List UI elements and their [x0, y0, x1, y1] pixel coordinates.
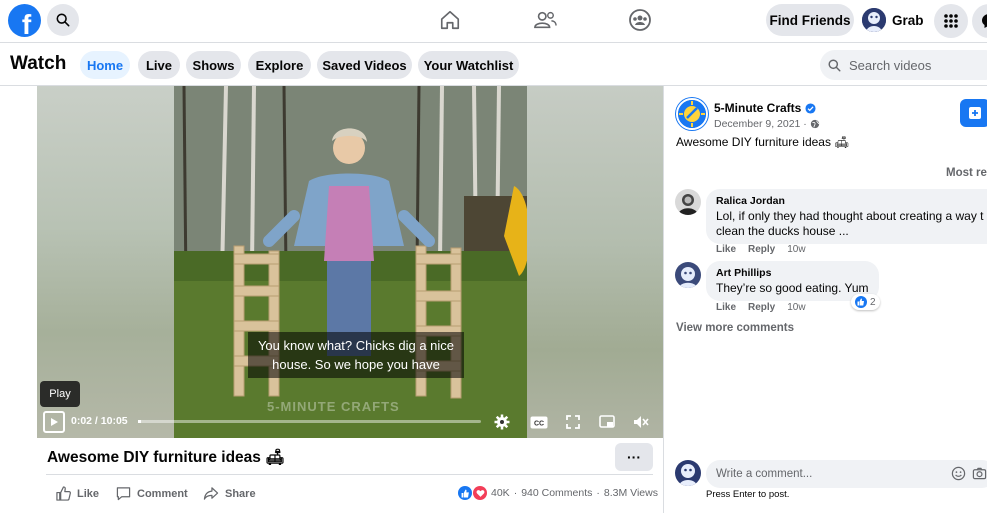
comment-reaction-count: 2	[870, 296, 876, 308]
view-more-comments-link[interactable]: View more comments	[676, 322, 794, 334]
add-bookmark-icon	[969, 107, 981, 119]
video-caption: You know what? Chicks dig a nice house. …	[248, 332, 464, 378]
stats-separator: ·	[596, 487, 600, 499]
like-button[interactable]: Like	[56, 486, 99, 501]
comment-sort-dropdown[interactable]: Most re	[946, 167, 987, 179]
tab-live[interactable]: Live	[138, 51, 180, 79]
play-tooltip: Play	[40, 381, 80, 407]
page-avatar[interactable]	[676, 98, 708, 130]
comment-like-button[interactable]: Like	[716, 302, 736, 313]
commenter-name[interactable]: Ralica Jordan	[716, 194, 987, 209]
composer-hint: Press Enter to post.	[706, 489, 790, 500]
page-name: 5-Minute Crafts	[714, 101, 802, 115]
comment-text: clean the ducks house ...	[716, 224, 849, 238]
video-frame	[174, 86, 527, 438]
commenter-name[interactable]: Art Phillips	[716, 266, 869, 281]
video-controls: 0:02 / 10:05 CC	[37, 406, 663, 438]
progress-fill	[138, 420, 142, 423]
comment-bubble: Ralica Jordan Lol, if only they had thou…	[706, 189, 987, 244]
globe-icon	[810, 119, 819, 129]
home-icon[interactable]	[435, 5, 465, 35]
tab-explore[interactable]: Explore	[248, 51, 311, 79]
thumbs-up-icon	[56, 486, 71, 501]
comment-input-placeholder: Write a comment...	[716, 468, 813, 480]
watch-header: Watch Home Live Shows Explore Saved Vide…	[0, 42, 987, 86]
verified-badge-icon	[805, 102, 816, 114]
progress-bar[interactable]	[138, 420, 481, 423]
commenter-avatar[interactable]	[675, 262, 701, 288]
tab-saved-videos[interactable]: Saved Videos	[317, 51, 412, 79]
comment-reactions[interactable]: 2	[851, 294, 880, 310]
user-name: Grab	[892, 12, 924, 28]
comment-time[interactable]: 10w	[787, 302, 805, 313]
commenter-avatar[interactable]	[675, 189, 701, 215]
share-icon	[203, 487, 219, 500]
fullscreen-icon[interactable]	[563, 412, 583, 432]
comment-text: They’re so good eating. Yum	[716, 281, 869, 295]
search-icon[interactable]	[47, 4, 79, 36]
page-name-link[interactable]: 5-Minute Crafts	[714, 101, 816, 115]
tab-your-watchlist[interactable]: Your Watchlist	[418, 51, 519, 79]
camera-icon[interactable]	[972, 466, 987, 484]
share-button[interactable]: Share	[203, 486, 256, 501]
friends-icon[interactable]	[530, 5, 560, 35]
post-date: December 9, 2021 ·	[714, 118, 820, 130]
like-reaction-icon	[855, 296, 867, 308]
messenger-icon[interactable]	[972, 4, 987, 38]
comment-button[interactable]: Comment	[116, 486, 188, 501]
divider	[46, 474, 653, 475]
comment-actions: Like Reply 10w	[716, 244, 806, 255]
tab-shows[interactable]: Shows	[186, 51, 241, 79]
comment-count[interactable]: 940 Comments	[521, 487, 592, 499]
top-navigation-bar: f Find Friends Grab	[0, 0, 987, 42]
menu-grid-icon[interactable]	[934, 4, 968, 38]
page-title: Watch	[10, 53, 67, 74]
search-videos-input[interactable]: Search videos	[820, 50, 987, 80]
picture-in-picture-icon[interactable]	[597, 412, 617, 432]
post-date-text[interactable]: December 9, 2021 ·	[714, 118, 807, 130]
search-icon	[828, 58, 841, 72]
profile-shortcut[interactable]: Grab	[862, 5, 924, 35]
search-placeholder: Search videos	[849, 57, 932, 73]
love-reaction-icon	[473, 486, 487, 500]
like-label: Like	[77, 487, 100, 500]
find-friends-button[interactable]: Find Friends	[766, 4, 854, 36]
facebook-logo[interactable]: f	[8, 4, 41, 37]
user-avatar	[862, 8, 886, 32]
comment-reply-button[interactable]: Reply	[748, 302, 775, 313]
emoji-icon[interactable]	[951, 466, 966, 484]
reaction-count[interactable]: 40K	[491, 487, 510, 499]
view-count: 8.3M Views	[603, 487, 658, 499]
video-blur-right	[527, 86, 663, 438]
like-reaction-icon	[458, 486, 472, 500]
comment-reply-button[interactable]: Reply	[748, 244, 775, 255]
captions-icon[interactable]: CC	[529, 412, 549, 432]
stats-separator: ·	[513, 487, 518, 499]
user-avatar	[675, 460, 701, 486]
more-options-button[interactable]: ···	[615, 443, 653, 471]
groups-icon[interactable]	[625, 5, 655, 35]
tab-home[interactable]: Home	[80, 51, 130, 79]
comment-time[interactable]: 10w	[787, 244, 805, 255]
comment-input[interactable]: Write a comment...	[706, 460, 987, 488]
comment-label: Comment	[137, 487, 188, 500]
engagement-stats: 40K · 940 Comments · 8.3M Views	[458, 486, 658, 500]
comment-icon	[116, 487, 131, 501]
share-label: Share	[225, 487, 256, 500]
comment-text: Lol, if only they had thought about crea…	[716, 209, 984, 223]
comment-actions: Like Reply 10w	[716, 302, 806, 313]
mute-volume-icon[interactable]	[631, 412, 651, 432]
video-title: Awesome DIY furniture ideas 🛋	[47, 449, 285, 466]
play-button[interactable]	[43, 411, 65, 433]
settings-gear-icon[interactable]	[492, 412, 512, 432]
video-player[interactable]: 5-MINUTE CRAFTS You know what? Chicks di…	[37, 86, 663, 438]
svg-text:CC: CC	[534, 420, 544, 427]
follow-button[interactable]	[960, 99, 987, 127]
time-display: 0:02 / 10:05	[71, 415, 128, 427]
comment-like-button[interactable]: Like	[716, 244, 736, 255]
post-text: Awesome DIY furniture ideas 🛋	[676, 135, 850, 149]
